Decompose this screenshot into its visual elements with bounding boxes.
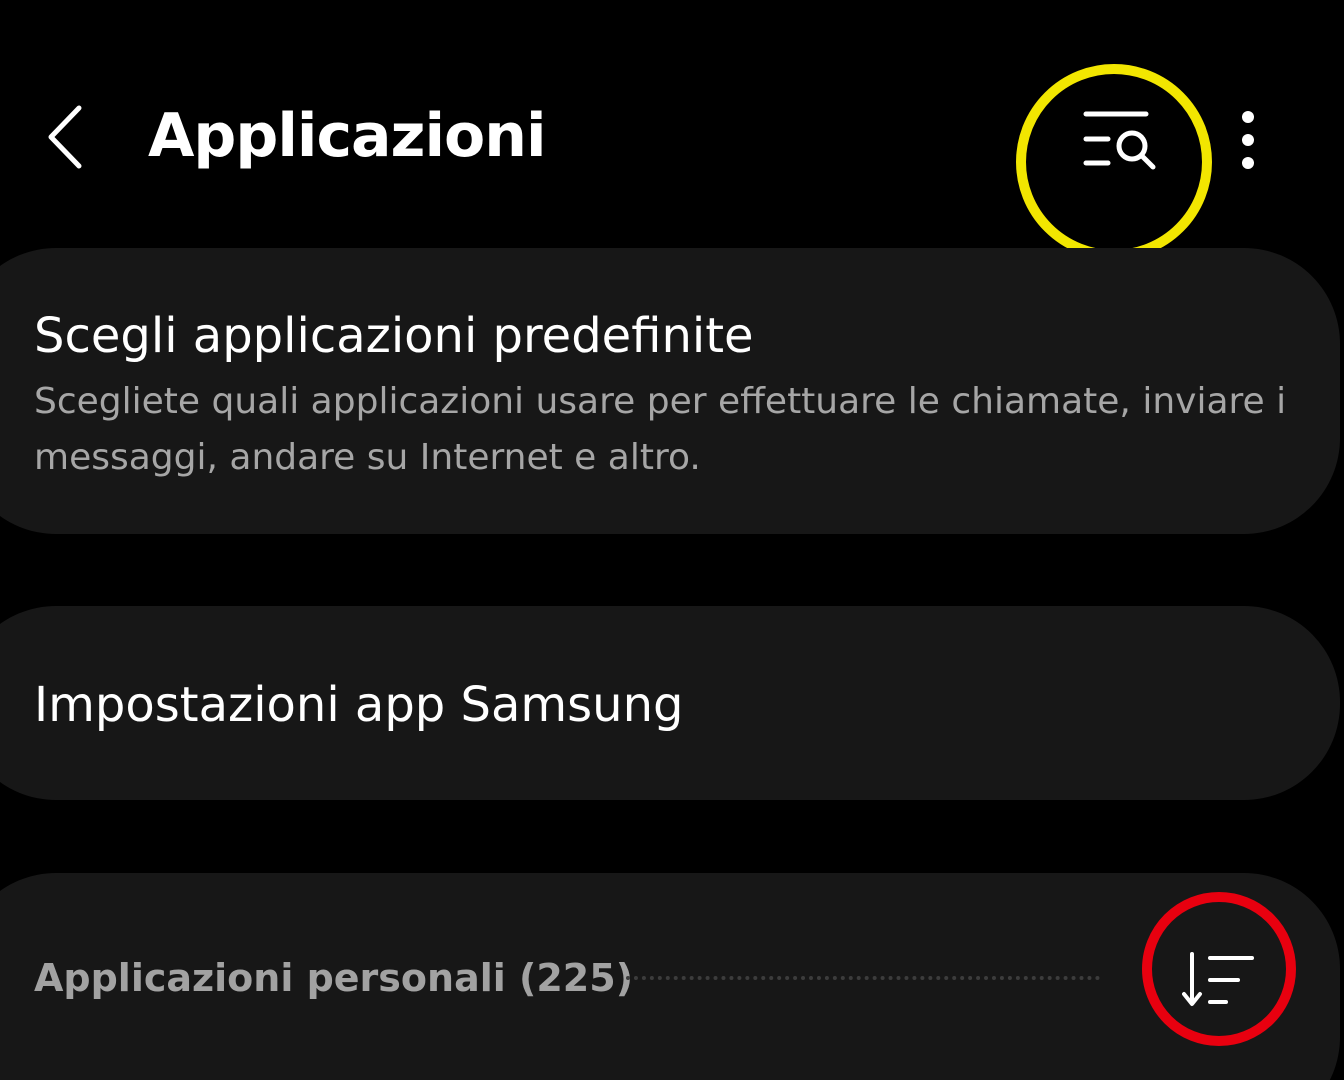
page-title: Applicazioni <box>148 101 547 171</box>
section-divider <box>626 976 1100 980</box>
personal-apps-section: Applicazioni personali (225) <box>0 873 1340 1080</box>
more-options-button[interactable] <box>1218 100 1278 180</box>
default-apps-subtitle: Scegliete quali applicazioni usare per e… <box>34 381 1287 478</box>
samsung-app-settings-item[interactable]: Impostazioni app Samsung <box>0 606 1340 800</box>
more-vertical-icon <box>1242 111 1254 169</box>
personal-apps-label: Applicazioni personali (225) <box>34 956 634 1000</box>
search-apps-button[interactable] <box>1065 90 1175 190</box>
chevron-left-icon <box>48 105 82 169</box>
back-button[interactable] <box>30 95 100 179</box>
list-search-icon <box>1083 111 1156 170</box>
app-bar: Applicazioni <box>0 0 1344 250</box>
samsung-app-settings-title: Impostazioni app Samsung <box>34 677 684 733</box>
default-apps-item[interactable]: Scegli applicazioni predefinite Scegliet… <box>0 248 1340 534</box>
sort-button[interactable] <box>1170 935 1270 1025</box>
default-apps-title: Scegli applicazioni predefinite <box>34 308 754 364</box>
sort-icon <box>1182 952 1254 1006</box>
